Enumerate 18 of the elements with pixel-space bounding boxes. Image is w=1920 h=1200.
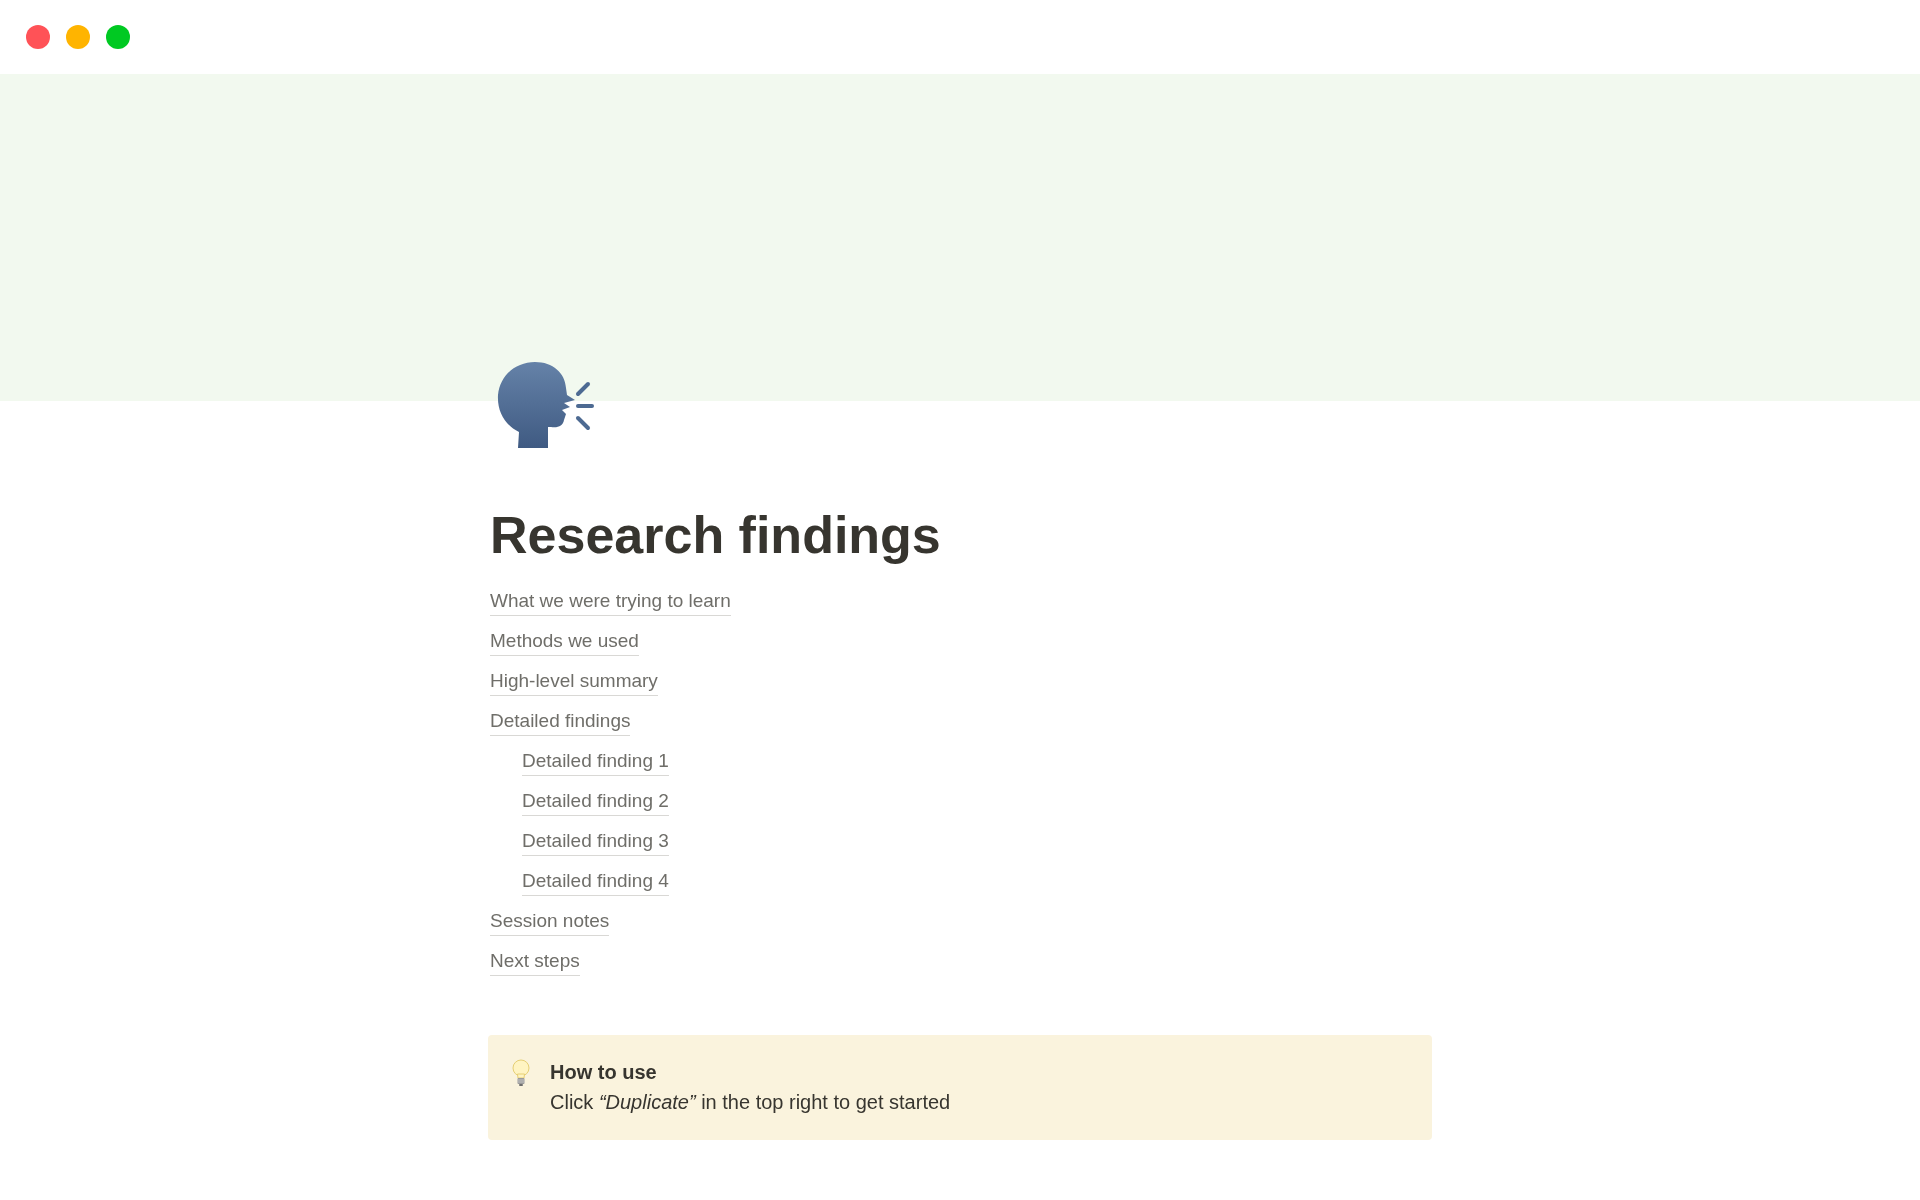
contents-link[interactable]: High-level summary	[490, 666, 658, 696]
page-title: Research findings	[489, 505, 942, 566]
contents-link[interactable]: Detailed findings	[490, 706, 631, 736]
speaking-head-icon	[496, 362, 594, 448]
callout-heading: How to use	[550, 1060, 658, 1085]
contents-link[interactable]: Detailed finding 4	[522, 866, 669, 896]
contents-link[interactable]: Detailed finding 3	[522, 826, 669, 856]
close-button[interactable]	[26, 25, 50, 49]
zoom-button[interactable]	[106, 25, 130, 49]
contents-link[interactable]: Session notes	[490, 906, 610, 936]
callout-text: Click “Duplicate” in the top right to get started	[550, 1090, 951, 1115]
contents-link[interactable]: Next steps	[490, 946, 580, 976]
minimize-button[interactable]	[66, 25, 90, 49]
lightbulb-icon	[512, 1059, 530, 1087]
contents-link[interactable]: Methods we used	[490, 626, 639, 656]
contents-link[interactable]: What we were trying to learn	[490, 586, 731, 616]
contents-link[interactable]: Detailed finding 2	[522, 786, 669, 816]
contents-link[interactable]: Detailed finding 1	[522, 746, 669, 776]
